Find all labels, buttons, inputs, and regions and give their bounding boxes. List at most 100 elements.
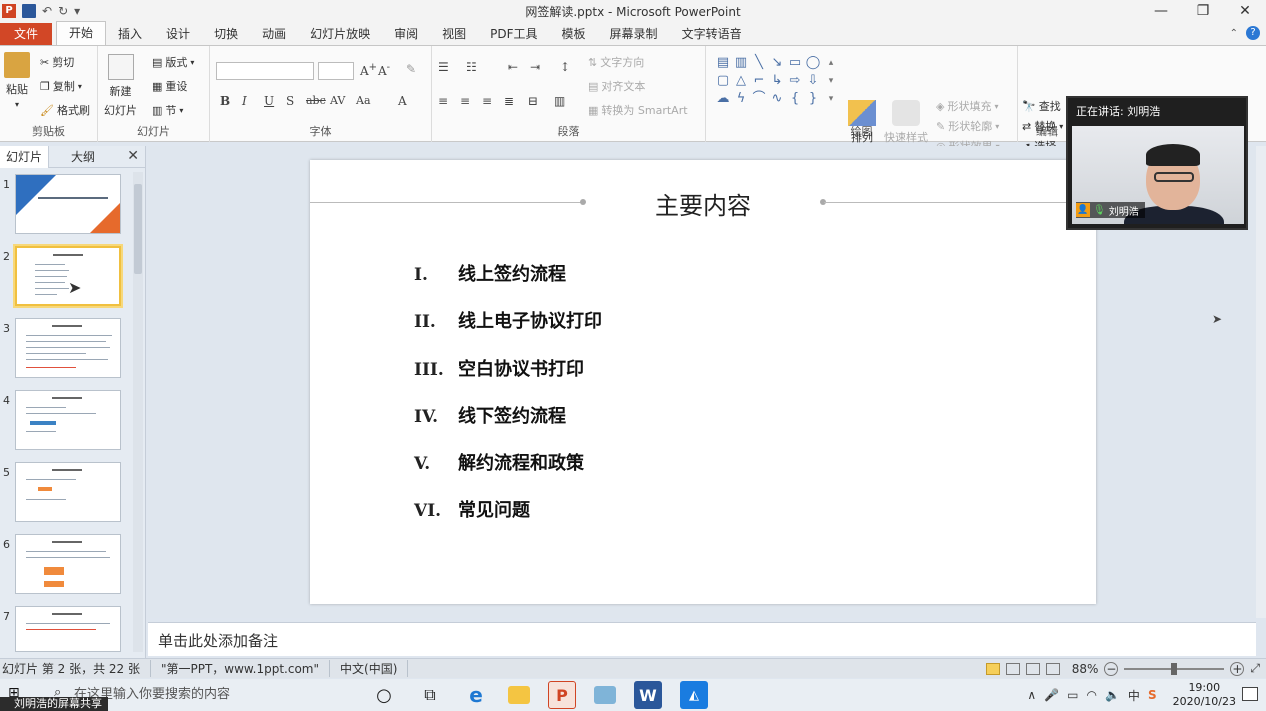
shapes-gallery[interactable]: ▤ ▥ ╲ ↘ ▭ ◯ ▴ ▢ △ ⌐ ↳ ⇨ ⇩ ▾ ☁ ϟ ⌒ ∿ { } … xyxy=(714,54,840,110)
elbow-connector-shape-icon[interactable]: ⌐ xyxy=(750,72,768,90)
distribute-icon[interactable]: ⊟ xyxy=(528,94,538,108)
tab-text-to-speech[interactable]: 文字转语音 xyxy=(670,23,754,45)
task-view-icon[interactable]: ⧉ xyxy=(416,681,444,709)
clear-format-icon[interactable]: ✎ xyxy=(406,62,416,76)
toc-item-3[interactable]: III. 空白协议书打印 xyxy=(414,355,584,381)
find-button[interactable]: 🔭 查找 xyxy=(1022,98,1061,114)
slide-thumbnail-1[interactable]: 1 xyxy=(0,174,132,240)
paste-button[interactable]: 粘贴 ▾ xyxy=(4,52,30,109)
quick-styles-button[interactable]: 快速样式 xyxy=(884,100,928,145)
help-icon[interactable]: ? xyxy=(1246,26,1260,40)
tab-insert[interactable]: 插入 xyxy=(106,23,154,45)
taskbar-clock[interactable]: 19:00 2020/10/23 xyxy=(1173,681,1236,709)
convert-smartart-button[interactable]: ▦ 转换为 SmartArt xyxy=(588,102,688,118)
shrink-font-icon[interactable]: A- xyxy=(378,62,390,78)
triangle-shape-icon[interactable]: △ xyxy=(732,72,750,90)
section-button[interactable]: ▥ 节 ▾ xyxy=(152,102,183,118)
toc-item-1[interactable]: I. 线上签约流程 xyxy=(414,260,566,286)
rounded-rect-shape-icon[interactable]: ▢ xyxy=(714,72,732,90)
video-call-window[interactable]: 正在讲话: 刘明浩 👤 🎙 刘明浩 xyxy=(1066,96,1248,230)
justify-icon[interactable]: ≣ xyxy=(504,94,514,108)
network-icon[interactable]: ◠ xyxy=(1086,688,1096,702)
close-panel-icon[interactable]: ✕ xyxy=(127,148,139,164)
strikethrough-icon[interactable]: abc xyxy=(306,94,326,107)
cut-button[interactable]: ✂ 剪切 xyxy=(40,54,74,70)
slide-thumbnail-6[interactable]: 6 xyxy=(0,534,132,600)
font-size-field[interactable] xyxy=(318,62,354,80)
tray-expand-icon[interactable]: ∧ xyxy=(1027,688,1036,702)
powerpoint-taskbar-icon[interactable]: P xyxy=(548,681,576,709)
tab-review[interactable]: 审阅 xyxy=(382,23,430,45)
tab-slideshow[interactable]: 幻灯片放映 xyxy=(298,23,382,45)
meeting-app-icon[interactable]: ◭ xyxy=(680,681,708,709)
presentation-app-icon[interactable] xyxy=(594,686,616,704)
word-taskbar-icon[interactable]: W xyxy=(634,681,662,709)
zoom-slider[interactable] xyxy=(1124,662,1225,675)
textbox-shape-icon[interactable]: ▤ xyxy=(714,54,732,72)
align-right-icon[interactable]: ≡ xyxy=(482,94,492,108)
bullets-icon[interactable]: ☰ xyxy=(438,60,449,74)
zoom-out-button[interactable]: − xyxy=(1104,661,1119,676)
battery-icon[interactable]: ▭ xyxy=(1067,688,1078,702)
slides-panel-scroll-thumb[interactable] xyxy=(134,184,142,274)
underline-icon[interactable]: U xyxy=(264,94,274,108)
tab-view[interactable]: 视图 xyxy=(430,23,478,45)
slide-thumbnail-2[interactable]: 2 xyxy=(0,244,132,312)
columns-icon[interactable]: ▥ xyxy=(554,94,565,108)
language-indicator[interactable]: 中文(中国) xyxy=(330,660,409,677)
tab-templates[interactable]: 模板 xyxy=(550,23,598,45)
arrow-line-shape-icon[interactable]: ↘ xyxy=(768,54,786,72)
italic-icon[interactable]: I xyxy=(242,94,247,108)
reading-view-icon[interactable] xyxy=(1025,662,1040,675)
volume-icon[interactable]: 🔈 xyxy=(1105,688,1120,702)
save-icon[interactable] xyxy=(22,4,36,18)
right-arrow-shape-icon[interactable]: ⇨ xyxy=(786,72,804,90)
tab-screen-recording[interactable]: 屏幕录制 xyxy=(598,23,670,45)
line-shape-icon[interactable]: ╲ xyxy=(750,54,768,72)
bold-icon[interactable]: B xyxy=(220,94,230,108)
arc-shape-icon[interactable]: ⌒ xyxy=(750,90,768,108)
slides-panel-scrollbar[interactable] xyxy=(133,172,143,652)
toc-item-4[interactable]: IV. 线下签约流程 xyxy=(414,402,566,428)
tab-transitions[interactable]: 切换 xyxy=(202,23,250,45)
current-slide[interactable]: 主要内容 I. 线上签约流程 II. 线上电子协议打印 III. 空白协议书打印… xyxy=(310,160,1096,604)
slide-thumbnail-5[interactable]: 5 xyxy=(0,462,132,528)
elbow-arrow-shape-icon[interactable]: ↳ xyxy=(768,72,786,90)
cortana-icon[interactable]: ○ xyxy=(370,681,398,709)
gallery-down-icon[interactable]: ▾ xyxy=(822,72,840,90)
font-name-field[interactable] xyxy=(216,62,314,80)
numbering-icon[interactable]: ☷ xyxy=(466,60,477,74)
gallery-more-icon[interactable]: ▾ xyxy=(822,90,840,108)
change-case-icon[interactable]: Aa xyxy=(356,94,371,107)
left-brace-shape-icon[interactable]: { xyxy=(786,90,804,108)
tab-design[interactable]: 设计 xyxy=(154,23,202,45)
shape-outline-button[interactable]: ✎ 形状轮廓 ▾ xyxy=(936,118,999,134)
notes-pane[interactable]: 单击此处添加备注 xyxy=(148,622,1256,656)
line-spacing-icon[interactable]: ↕ xyxy=(560,60,570,74)
canvas-vertical-scrollbar[interactable] xyxy=(1256,146,1266,618)
grow-font-icon[interactable]: A+ xyxy=(360,62,377,78)
copy-button[interactable]: ❐ 复制 ▾ xyxy=(40,78,82,94)
oval-shape-icon[interactable]: ◯ xyxy=(804,54,822,72)
lightning-shape-icon[interactable]: ϟ xyxy=(732,90,750,108)
align-left-icon[interactable]: ≡ xyxy=(438,94,448,108)
gallery-up-icon[interactable]: ▴ xyxy=(822,54,840,72)
rectangle-shape-icon[interactable]: ▭ xyxy=(786,54,804,72)
replace-button[interactable]: ⇄ 替换 ▾ xyxy=(1022,118,1063,134)
char-spacing-icon[interactable]: AV xyxy=(330,94,345,107)
font-color-icon[interactable]: A xyxy=(398,94,407,108)
tab-pdf-tools[interactable]: PDF工具 xyxy=(478,23,549,45)
toc-item-2[interactable]: II. 线上电子协议打印 xyxy=(414,307,602,333)
text-direction-button[interactable]: ⇅ 文字方向 xyxy=(588,54,644,70)
slide-thumbnail-4[interactable]: 4 xyxy=(0,390,132,456)
down-arrow-shape-icon[interactable]: ⇩ xyxy=(804,72,822,90)
notification-center-icon[interactable] xyxy=(1242,687,1258,701)
slide-title[interactable]: 主要内容 xyxy=(310,186,1096,221)
zoom-slider-knob[interactable] xyxy=(1171,662,1178,675)
align-center-icon[interactable]: ≡ xyxy=(460,94,470,108)
tab-outline-panel[interactable]: 大纲 xyxy=(49,146,101,168)
file-explorer-icon[interactable] xyxy=(508,686,530,704)
shape-fill-button[interactable]: ◈ 形状填充 ▾ xyxy=(936,98,998,114)
slide-sorter-view-icon[interactable] xyxy=(1005,662,1020,675)
toc-item-6[interactable]: VI. 常见问题 xyxy=(414,496,530,522)
